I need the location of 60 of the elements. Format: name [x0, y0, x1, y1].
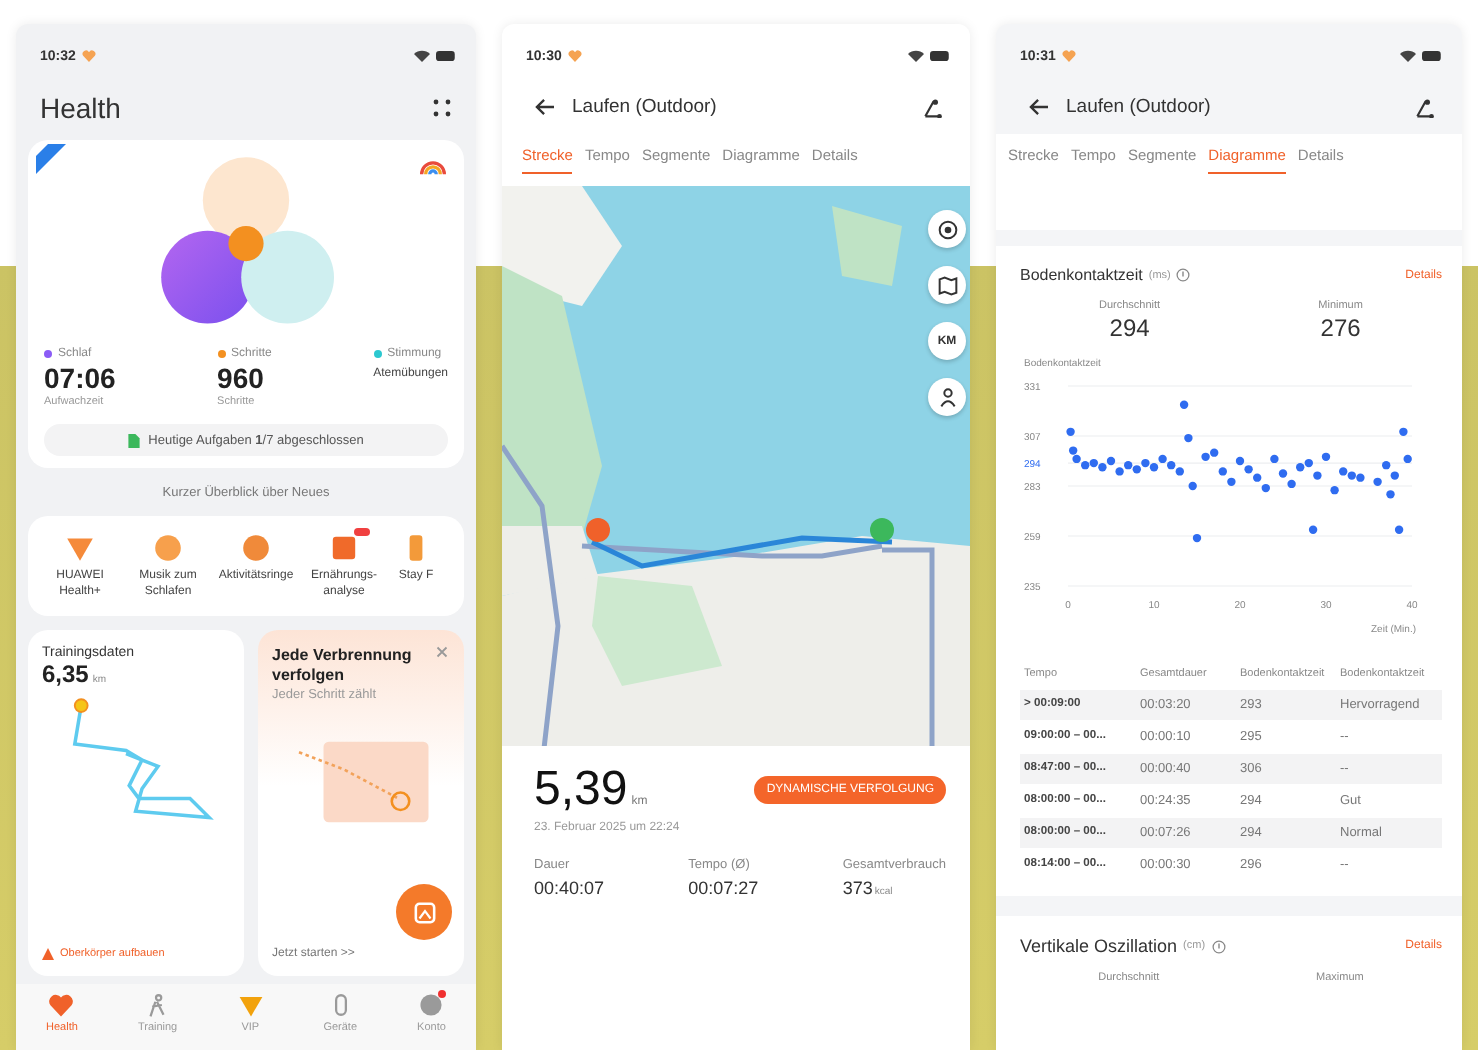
metric-value: 960 [217, 362, 266, 394]
data-point [1399, 427, 1408, 437]
data-point [1179, 400, 1189, 409]
data-point [1386, 490, 1395, 499]
locate-icon [937, 219, 957, 239]
stat-value: 00:40:07 [534, 878, 605, 898]
wifi-icon [908, 50, 924, 62]
battery-icon [930, 50, 950, 62]
data-point [1270, 454, 1279, 464]
battery-icon [1422, 50, 1442, 62]
corner-ribbon [36, 144, 72, 180]
nav-icon [237, 992, 264, 1018]
document-icon [128, 433, 141, 447]
data-point [1184, 433, 1193, 443]
heart-icon [81, 50, 96, 62]
shortcut-icon [64, 532, 96, 564]
card-title: Jede Verbrennung verfolgen [272, 646, 414, 685]
section-title: Bodenkontaktzeit [1020, 266, 1143, 284]
distance-value: 5,39 [534, 762, 628, 818]
metric-value: 07:06 [44, 362, 116, 394]
screen-title: Laufen (Outdoor) [572, 96, 719, 118]
shortcut-icon [152, 532, 184, 564]
stat-value: 00:07:27 [688, 878, 759, 898]
back-arrow-icon[interactable] [534, 98, 556, 116]
stat-value: 373 [842, 878, 873, 898]
data-point [1394, 525, 1404, 534]
shortcut-icon [240, 532, 272, 564]
map-icon [937, 275, 957, 295]
nav-icon [48, 992, 75, 1018]
photo-icon [413, 901, 435, 923]
data-point [1330, 485, 1339, 495]
data-point [1321, 452, 1331, 462]
info-icon[interactable] [1211, 939, 1226, 953]
info-icon[interactable] [1176, 268, 1191, 282]
heart-icon [567, 50, 582, 62]
data-point [1313, 471, 1322, 480]
data-point [1192, 533, 1202, 543]
data-point [1066, 427, 1075, 437]
distance-value: 6,35 [42, 660, 89, 688]
back-arrow-icon[interactable] [1028, 98, 1050, 116]
data-point [1308, 525, 1318, 534]
stat-value: 294 [1109, 314, 1150, 342]
section-title: Vertikale Oszillation [1020, 936, 1178, 956]
share-icon[interactable] [1414, 97, 1434, 117]
wifi-icon [1400, 50, 1416, 62]
screen-title: Laufen (Outdoor) [1066, 96, 1213, 118]
app-title: Health [40, 92, 121, 124]
heart-icon [1061, 50, 1076, 62]
nav-icon [418, 992, 445, 1018]
grid-icon[interactable] [432, 98, 452, 118]
share-icon[interactable] [922, 97, 942, 117]
battery-icon [436, 50, 456, 62]
stat-value: 276 [1320, 314, 1361, 342]
rainbow-icon[interactable] [420, 156, 446, 176]
wifi-icon [414, 50, 430, 62]
data-point [1188, 481, 1197, 491]
data-point [1403, 454, 1412, 464]
shortcut-icon [328, 532, 360, 564]
data-point [1373, 477, 1382, 487]
person-icon [937, 387, 957, 407]
